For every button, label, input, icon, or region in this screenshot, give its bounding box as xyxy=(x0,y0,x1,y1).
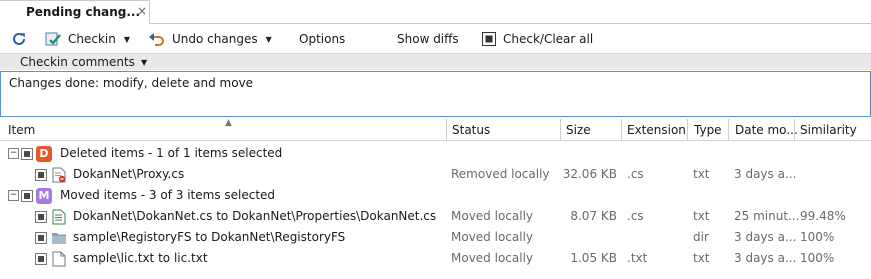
group-row-moved[interactable]: − M Moved items - 3 of 3 items selected xyxy=(0,185,871,206)
item-size: 32.06 KB xyxy=(562,167,617,181)
toolbar: Checkin ▼ Undo changes ▼ Options Show di… xyxy=(0,26,871,52)
folder-icon xyxy=(51,230,67,246)
item-size: 8.07 KB xyxy=(570,209,617,223)
chevron-down-icon[interactable]: ▼ xyxy=(266,35,272,44)
options-label: Options xyxy=(299,32,346,46)
column-extension[interactable]: Extension xyxy=(627,123,686,137)
refresh-button[interactable] xyxy=(10,30,34,48)
item-name: sample\lic.txt to lic.txt xyxy=(73,251,208,265)
options-button[interactable]: Options xyxy=(299,30,345,48)
moved-badge-icon: M xyxy=(36,188,52,204)
chevron-down-icon[interactable]: ▼ xyxy=(141,58,147,67)
group-row-deleted[interactable]: − D Deleted items - 1 of 1 items selecte… xyxy=(0,143,871,164)
item-type: txt xyxy=(693,167,710,181)
item-extension: .cs xyxy=(627,167,644,181)
tab-strip: Pending chang... × xyxy=(0,0,871,24)
checkin-comment-text: Changes done: modify, delete and move xyxy=(9,76,254,90)
item-size: 1.05 KB xyxy=(570,251,617,265)
item-status: Moved locally xyxy=(451,209,534,223)
checkin-icon xyxy=(44,30,62,48)
item-similarity: 99.48% xyxy=(800,209,846,223)
check-clear-all-label: Check/Clear all xyxy=(503,32,594,46)
column-divider[interactable] xyxy=(794,119,795,141)
tab-pending-changes[interactable]: Pending chang... × xyxy=(0,0,150,24)
checkin-button[interactable]: Checkin ▼ xyxy=(44,30,130,48)
item-status: Moved locally xyxy=(451,230,534,244)
chevron-down-icon[interactable]: ▼ xyxy=(124,35,130,44)
column-date-modified[interactable]: Date mo... xyxy=(735,123,798,137)
column-similarity[interactable]: Similarity xyxy=(800,123,857,137)
deleted-file-icon xyxy=(52,167,66,183)
item-similarity: 100% xyxy=(800,251,835,265)
column-divider[interactable] xyxy=(687,119,688,141)
column-item[interactable]: Item xyxy=(8,123,35,137)
collapse-icon[interactable]: − xyxy=(8,190,19,201)
item-type: dir xyxy=(693,230,709,244)
item-name: DokanNet\Proxy.cs xyxy=(73,167,185,181)
text-file-icon xyxy=(52,251,66,267)
checkbox-icon xyxy=(482,32,496,46)
group-checkbox[interactable] xyxy=(21,148,33,160)
item-type: txt xyxy=(693,251,710,265)
column-type[interactable]: Type xyxy=(694,123,722,137)
item-type: txt xyxy=(693,209,710,223)
close-icon[interactable]: × xyxy=(137,4,147,18)
checkin-comments-label: Checkin comments xyxy=(20,55,135,69)
sort-ascending-icon: ▲ xyxy=(225,118,232,128)
group-checkbox[interactable] xyxy=(21,190,33,202)
item-name: DokanNet\DokanNet.cs to DokanNet\Propert… xyxy=(73,209,437,223)
column-divider[interactable] xyxy=(446,119,447,141)
show-diffs-button[interactable]: Show diffs xyxy=(397,30,459,48)
item-similarity: 100% xyxy=(800,230,835,244)
checkin-label: Checkin xyxy=(68,32,116,46)
tab-title: Pending chang... xyxy=(26,5,141,19)
check-clear-all-button[interactable]: Check/Clear all xyxy=(482,30,593,48)
show-diffs-label: Show diffs xyxy=(397,32,459,46)
code-file-icon xyxy=(52,209,66,225)
table-row[interactable]: DokanNet\DokanNet.cs to DokanNet\Propert… xyxy=(0,206,871,227)
row-checkbox[interactable] xyxy=(35,211,47,223)
item-extension: .txt xyxy=(627,251,648,265)
item-date: 3 days a... xyxy=(734,167,797,181)
table-row[interactable]: sample\lic.txt to lic.txt Moved locally … xyxy=(0,248,871,269)
undo-changes-label: Undo changes xyxy=(172,32,258,46)
item-status: Moved locally xyxy=(451,251,534,265)
item-date: 3 days a... xyxy=(734,251,797,265)
column-divider[interactable] xyxy=(560,119,561,141)
column-size[interactable]: Size xyxy=(566,123,591,137)
item-extension: .cs xyxy=(627,209,644,223)
column-divider[interactable] xyxy=(728,119,729,141)
item-name: sample\RegistoryFS to DokanNet\Registory… xyxy=(73,230,346,244)
group-label: Moved items - 3 of 3 items selected xyxy=(60,188,276,202)
undo-icon xyxy=(148,30,166,48)
grid-header: ▲ Item Status Size Extension Type Date m… xyxy=(0,118,871,141)
column-status[interactable]: Status xyxy=(452,123,490,137)
table-row[interactable]: DokanNet\Proxy.cs Removed locally 32.06 … xyxy=(0,164,871,185)
collapse-icon[interactable]: − xyxy=(8,148,19,159)
group-label: Deleted items - 1 of 1 items selected xyxy=(60,146,283,160)
item-date: 3 days a... xyxy=(734,230,797,244)
row-checkbox[interactable] xyxy=(35,169,47,181)
row-checkbox[interactable] xyxy=(35,253,47,265)
row-checkbox[interactable] xyxy=(35,232,47,244)
undo-changes-button[interactable]: Undo changes ▼ xyxy=(148,30,272,48)
column-divider[interactable] xyxy=(621,119,622,141)
checkin-comments-header[interactable]: Checkin comments ▼ xyxy=(0,53,871,70)
item-date: 25 minut... xyxy=(734,209,800,223)
item-status: Removed locally xyxy=(451,167,550,181)
table-row[interactable]: sample\RegistoryFS to DokanNet\Registory… xyxy=(0,227,871,248)
refresh-icon xyxy=(10,30,28,48)
deleted-badge-icon: D xyxy=(36,146,52,162)
checkin-comment-input[interactable]: Changes done: modify, delete and move xyxy=(0,71,871,117)
